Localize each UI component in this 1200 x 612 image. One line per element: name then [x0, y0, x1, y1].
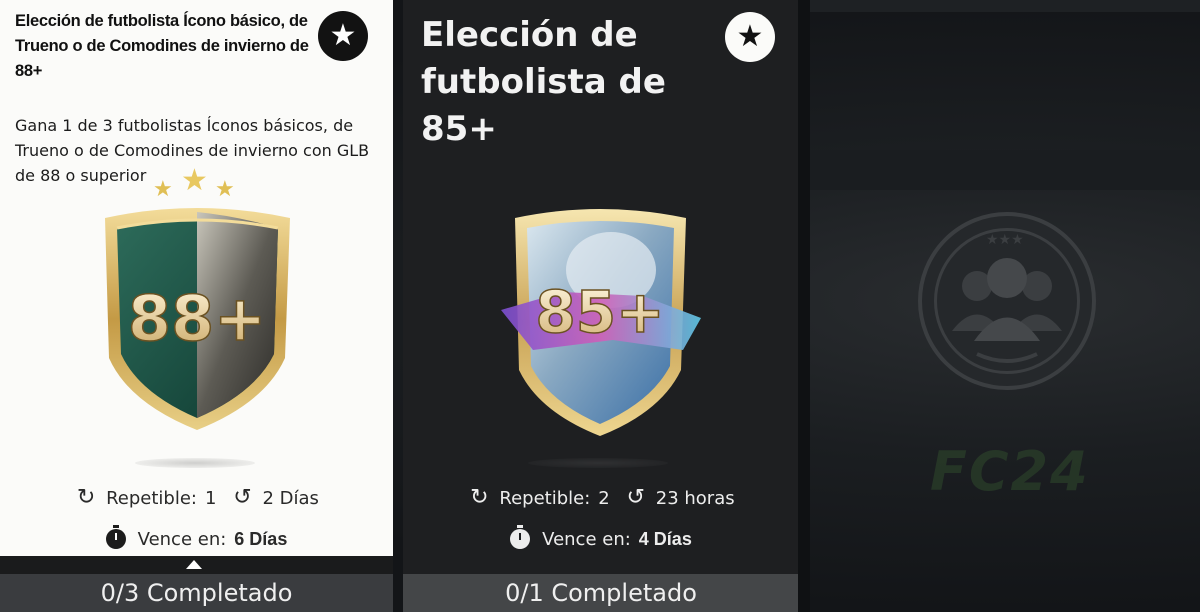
svg-text:★★★: ★★★	[986, 232, 1024, 248]
favorite-star-button[interactable]: ★	[725, 12, 775, 62]
repeat-icon: ↻	[470, 485, 489, 510]
card-title: Elección de futbolista de 85+	[421, 15, 666, 149]
pack-badge-85: 85+	[501, 209, 701, 436]
history-icon: ↺	[626, 485, 645, 510]
history-icon: ↺	[233, 485, 252, 510]
bg-logo-text: FC24	[930, 440, 1090, 503]
pack-badge-88: ★ ★ ★ 88+	[105, 168, 290, 430]
stopwatch-icon	[105, 525, 126, 549]
expires-label: Vence en:	[137, 528, 227, 550]
expires-label: Vence en:	[542, 528, 631, 550]
card-divider	[798, 0, 810, 612]
badge-label: 88+	[128, 282, 266, 355]
stopwatch-icon	[510, 525, 531, 549]
expires-row: Vence en: 6 Días	[0, 525, 393, 552]
time-value: 23 horas	[655, 487, 735, 509]
time-value: 2 Días	[262, 487, 319, 509]
expires-value: 6 Días	[234, 528, 288, 549]
star-icon: ★	[329, 18, 357, 53]
progress-text: 0/3 Completado	[100, 579, 293, 607]
star-icon: ★	[736, 19, 764, 54]
favorite-star-button[interactable]: ★	[318, 11, 368, 61]
objective-card-85[interactable]: Elección de futbolista de 85+ ★ 85+ ↻ Re…	[403, 0, 799, 612]
expires-value: 4 Días	[638, 528, 692, 549]
stats-row: ↻ Repetible: 1 ↺ 2 Días	[0, 484, 393, 512]
progress-text: 0/1 Completado	[505, 579, 697, 607]
badge-shadow	[135, 458, 255, 468]
bg-stripe	[810, 0, 1200, 12]
repeat-icon: ↻	[76, 485, 96, 510]
gold-star-icon: ★	[153, 177, 173, 202]
badge-label: 85+	[535, 278, 664, 346]
bg-stripe	[810, 150, 1200, 190]
gold-star-icon: ★	[181, 168, 208, 198]
card-title: Elección de futbolista Ícono básico, de …	[15, 12, 309, 80]
player-emblem-icon: ★★★	[918, 212, 1096, 390]
repeatable-value: 1	[205, 487, 217, 509]
badge-shadow	[528, 458, 668, 468]
repeatable-label: Repetible:	[106, 487, 197, 509]
repeatable-value: 2	[598, 487, 610, 509]
caret-up-icon[interactable]	[186, 560, 202, 569]
gold-star-icon: ★	[215, 177, 235, 202]
expires-row: Vence en: 4 Días	[403, 525, 799, 552]
progress-footer: 0/1 Completado	[403, 574, 799, 612]
objective-card-88[interactable]: Elección de futbolista Ícono básico, de …	[0, 0, 393, 612]
progress-footer: 0/3 Completado	[0, 574, 393, 612]
repeatable-label: Repetible:	[499, 487, 591, 509]
stats-row: ↻ Repetible: 2 ↺ 23 horas	[403, 484, 799, 512]
footer-top-bar	[403, 556, 799, 574]
players-silhouette-icon: ★★★	[952, 232, 1062, 363]
